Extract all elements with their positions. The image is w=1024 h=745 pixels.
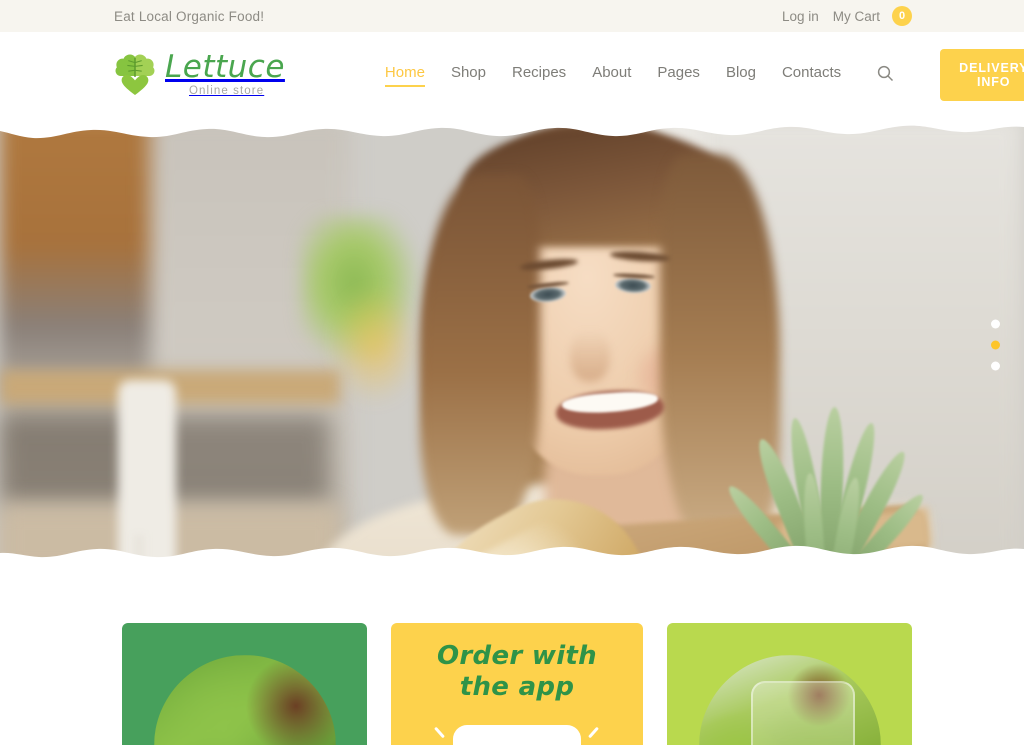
nav-item-home[interactable]: Home	[384, 64, 425, 87]
smoothie-image	[698, 655, 881, 745]
logo[interactable]: Lettuce Online store	[114, 48, 285, 98]
hero-slider	[0, 115, 1024, 575]
my-cart-link[interactable]: My Cart	[833, 9, 880, 24]
background-chair-leg	[134, 535, 144, 575]
promo-cards: Order with the app	[0, 623, 1024, 745]
smoothie-jar	[750, 681, 855, 745]
app-card-title-line2: the app	[459, 671, 575, 702]
slider-dot-3[interactable]	[991, 361, 1000, 371]
search-button[interactable]	[877, 65, 894, 85]
nav-item-contacts[interactable]: Contacts	[782, 64, 841, 86]
nav-item-about[interactable]: About	[592, 64, 631, 86]
nav-item-pages[interactable]: Pages	[657, 64, 700, 86]
slider-dots	[991, 319, 1000, 371]
background-chair	[118, 380, 176, 575]
logo-subtitle: Online store	[189, 84, 265, 97]
top-bar: Eat Local Organic Food! Log in My Cart 0	[0, 0, 1024, 32]
background-flowers	[330, 285, 420, 405]
ray-icon	[588, 726, 599, 739]
slider-dot-1[interactable]	[991, 319, 1000, 329]
app-card-title-line1: Order with	[437, 641, 597, 671]
ray-icon	[434, 726, 445, 739]
phone-mockup	[453, 725, 581, 745]
main-navigation: Home Shop Recipes About Pages Blog Conta…	[384, 48, 1024, 101]
cart-count-badge[interactable]: 0	[892, 6, 912, 26]
nav-item-recipes[interactable]: Recipes	[512, 64, 566, 86]
site-header: Lettuce Online store Home Shop Recipes A…	[0, 32, 1024, 117]
nav-item-blog[interactable]: Blog	[726, 64, 756, 86]
top-bar-actions: Log in My Cart 0	[782, 6, 912, 26]
logo-text: Lettuce Online store	[165, 48, 285, 98]
salad-card[interactable]	[122, 623, 367, 745]
login-link[interactable]: Log in	[782, 9, 819, 24]
lettuce-leaf-icon	[114, 53, 156, 97]
woman-hair-left	[420, 175, 540, 535]
delivery-info-button[interactable]: DELIVERY INFO	[940, 48, 1024, 101]
tagline: Eat Local Organic Food!	[114, 8, 265, 24]
woman-nose	[570, 330, 610, 382]
logo-name: Lettuce	[165, 48, 285, 85]
pineapple-leaves	[722, 405, 935, 575]
nav-item-shop[interactable]: Shop	[451, 64, 486, 86]
hero-photo	[0, 115, 1024, 575]
search-icon	[877, 65, 894, 85]
app-card-title: Order with the app	[391, 641, 643, 702]
salad-photo	[153, 655, 336, 745]
app-card[interactable]: Order with the app	[391, 623, 643, 745]
salad-image	[153, 655, 336, 745]
smoothie-card[interactable]	[667, 623, 912, 745]
slider-dot-2[interactable]	[991, 340, 1000, 350]
